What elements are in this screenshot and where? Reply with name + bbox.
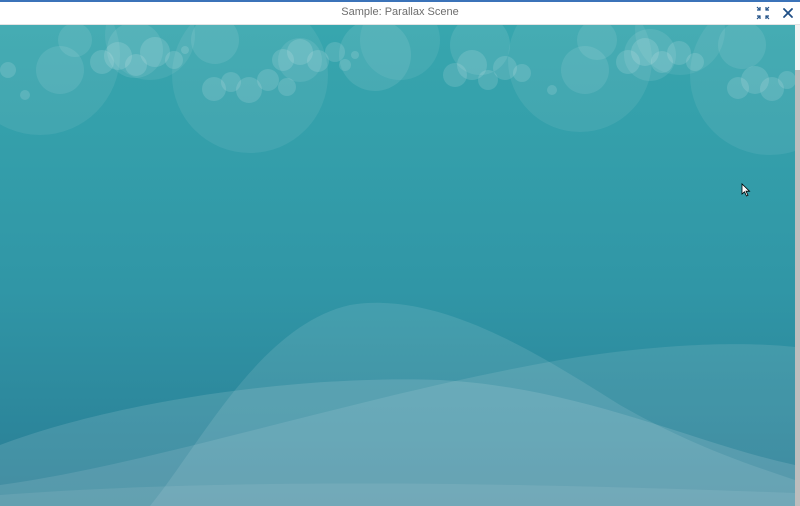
- exit-fullscreen-button[interactable]: [754, 4, 772, 22]
- exit-fullscreen-icon: [756, 6, 770, 20]
- parallax-scene[interactable]: [0, 25, 795, 506]
- close-icon: [783, 8, 793, 18]
- window-title: Sample: Parallax Scene: [341, 6, 459, 18]
- close-button[interactable]: [779, 4, 797, 22]
- parallax-canvas: [0, 25, 795, 506]
- app-window: Sample: Parallax Scene: [0, 0, 800, 506]
- scrollbar-thumb[interactable]: [795, 70, 800, 506]
- title-bar: Sample: Parallax Scene: [0, 2, 800, 25]
- mouse-pointer-icon: [741, 183, 751, 197]
